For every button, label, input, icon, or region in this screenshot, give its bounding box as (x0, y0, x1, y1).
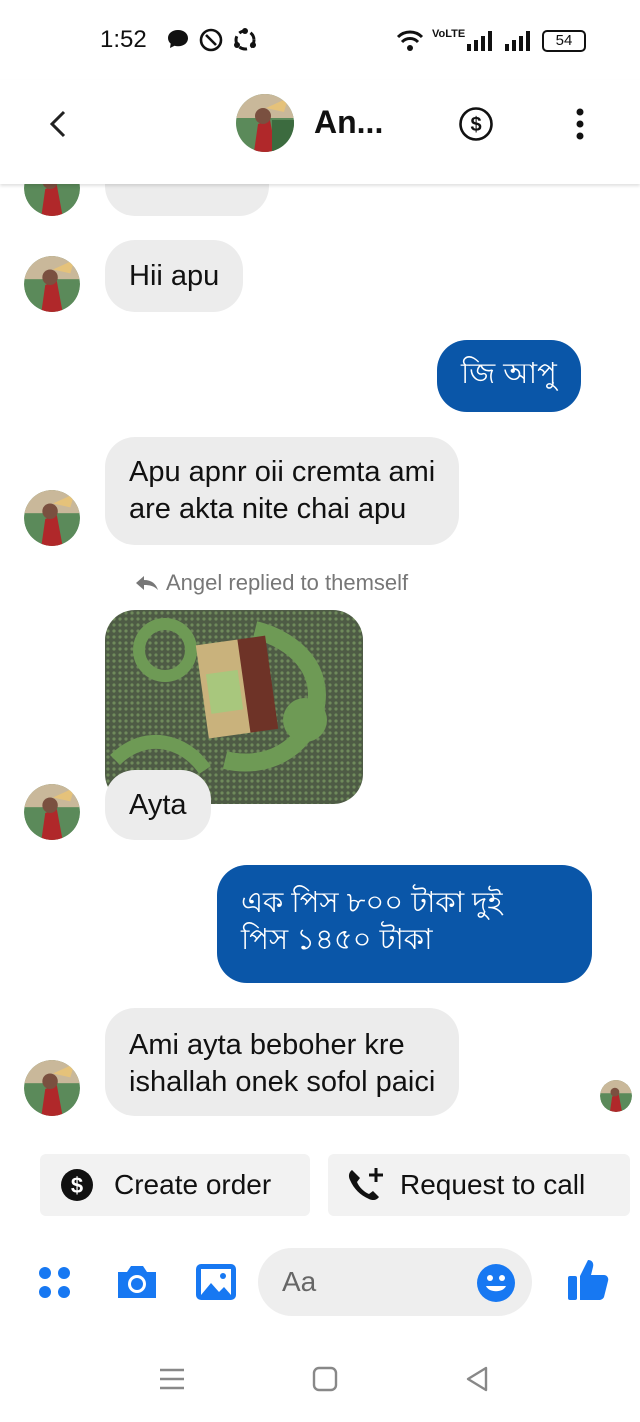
contact-avatar[interactable] (236, 94, 294, 152)
incoming-message[interactable]: Hii apu (105, 240, 244, 312)
message-placeholder: Aa (282, 1266, 317, 1297)
contact-name[interactable]: An... (314, 104, 383, 141)
gallery-icon[interactable] (194, 1262, 238, 1302)
status-time: 1:52 (100, 26, 147, 53)
sender-avatar[interactable] (24, 1060, 80, 1116)
sync-icon (199, 28, 223, 52)
emoji-icon[interactable] (476, 1263, 516, 1303)
conversation-header: An... $ (0, 80, 640, 184)
sender-avatar[interactable] (24, 490, 80, 546)
apps-icon[interactable] (36, 1262, 76, 1302)
camera-icon[interactable] (114, 1262, 160, 1302)
system-nav-bar (0, 1340, 640, 1422)
app-notification-icon (234, 28, 256, 51)
outgoing-message[interactable]: এক পিস ৮০০ টাকা দুই পিস ১৪৫০ টাকা (217, 865, 592, 983)
nav-back-icon[interactable] (462, 1364, 492, 1394)
outgoing-message[interactable]: জি আপু (437, 340, 581, 412)
recent-apps-icon[interactable] (157, 1364, 187, 1394)
signal-icon-2 (505, 31, 530, 51)
home-icon[interactable] (310, 1364, 340, 1394)
thumbs-up-icon[interactable] (566, 1256, 610, 1304)
svg-text:$: $ (71, 1173, 83, 1198)
svg-text:$: $ (470, 114, 481, 136)
back-icon[interactable] (40, 102, 80, 146)
volte-label: VoLTE (432, 28, 466, 40)
message-input[interactable]: Aa (258, 1248, 532, 1316)
incoming-message[interactable]: Ayta (105, 770, 211, 840)
sender-avatar[interactable] (24, 784, 80, 840)
create-order-button[interactable]: $ Create order (40, 1154, 310, 1216)
seen-receipt-avatar (600, 1080, 632, 1112)
status-bar: 1:52 VoLTE 54 (0, 0, 640, 80)
message-composer: Aa (0, 1246, 640, 1322)
battery-level: 54 (555, 32, 573, 49)
wifi-icon (396, 30, 424, 51)
incoming-message[interactable]: Ami ayta beboher kre ishallah onek sofol… (105, 1008, 460, 1116)
chat-notification-icon (168, 30, 188, 48)
battery-icon: 54 (542, 30, 586, 52)
incoming-message[interactable]: Apu apnr oii cremta ami are akta nite ch… (105, 437, 460, 545)
phone-plus-icon (348, 1168, 383, 1201)
reply-arrow-icon (136, 576, 158, 590)
dollar-circle-icon: $ (61, 1169, 93, 1201)
more-vertical-icon[interactable] (568, 104, 592, 144)
signal-icon (467, 31, 492, 51)
request-to-call-button[interactable]: Request to call (328, 1154, 630, 1216)
reply-indicator: Angel replied to themself (134, 570, 408, 596)
sender-avatar[interactable] (24, 256, 80, 312)
dollar-circle-icon[interactable]: $ (458, 106, 494, 142)
